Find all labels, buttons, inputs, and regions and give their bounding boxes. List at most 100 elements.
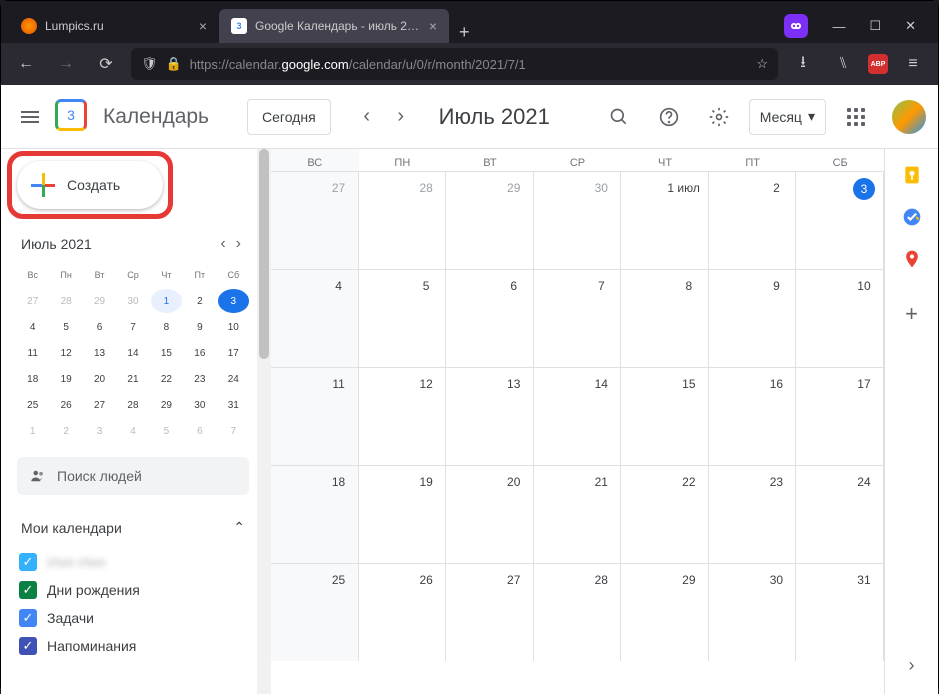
mini-day[interactable]: 27 [84, 393, 115, 417]
downloads-button[interactable]: ⭳ [788, 49, 818, 79]
calendar-day[interactable]: 8 [621, 269, 709, 367]
keep-icon[interactable] [902, 165, 922, 185]
mini-day[interactable]: 22 [151, 367, 182, 391]
calendar-day[interactable]: 2 [709, 171, 797, 269]
calendar-day[interactable]: 27 [271, 171, 359, 269]
mini-day[interactable]: 25 [17, 393, 48, 417]
maps-icon[interactable] [902, 249, 922, 269]
maximize-button[interactable]: ☐ [869, 18, 881, 34]
mini-day[interactable]: 6 [184, 419, 215, 443]
abp-icon[interactable]: ABP [868, 54, 888, 74]
mini-day[interactable]: 1 [151, 289, 182, 313]
calendar-day[interactable]: 25 [271, 563, 359, 661]
mini-day[interactable]: 16 [184, 341, 215, 365]
mini-day[interactable]: 12 [50, 341, 81, 365]
calendar-day[interactable]: 14 [534, 367, 622, 465]
today-button[interactable]: Сегодня [247, 99, 331, 135]
mini-day[interactable]: 19 [50, 367, 81, 391]
calendar-day[interactable]: 13 [446, 367, 534, 465]
tasks-icon[interactable] [902, 207, 922, 227]
mini-day[interactable]: 1 [17, 419, 48, 443]
mini-day[interactable]: 15 [151, 341, 182, 365]
collapse-panel-button[interactable]: › [909, 655, 915, 676]
mini-day[interactable]: 31 [218, 393, 249, 417]
mini-next-button[interactable]: › [232, 233, 245, 255]
calendar-day[interactable]: 15 [621, 367, 709, 465]
mini-day[interactable]: 5 [50, 315, 81, 339]
calendar-item[interactable]: ✓Напоминания [17, 632, 249, 660]
calendar-day[interactable]: 29 [446, 171, 534, 269]
calendar-item[interactable]: ✓Имя Имя [17, 548, 249, 576]
mini-day[interactable]: 4 [117, 419, 148, 443]
browser-tab[interactable]: Lumpics.ru × [9, 9, 219, 43]
calendar-day[interactable]: 28 [359, 171, 447, 269]
mini-prev-button[interactable]: ‹ [216, 233, 229, 255]
mini-day[interactable]: 27 [17, 289, 48, 313]
mini-day[interactable]: 28 [117, 393, 148, 417]
calendar-day[interactable]: 18 [271, 465, 359, 563]
help-icon[interactable] [649, 97, 689, 137]
settings-icon[interactable] [699, 97, 739, 137]
calendar-day[interactable]: 27 [446, 563, 534, 661]
avatar[interactable] [892, 100, 926, 134]
calendar-day[interactable]: 31 [796, 563, 884, 661]
mini-day[interactable]: 7 [117, 315, 148, 339]
library-button[interactable]: ⑊ [828, 49, 858, 79]
calendar-day[interactable]: 12 [359, 367, 447, 465]
mini-day[interactable]: 3 [218, 289, 249, 313]
calendar-day[interactable]: 6 [446, 269, 534, 367]
mini-day[interactable]: 21 [117, 367, 148, 391]
mini-day[interactable]: 6 [84, 315, 115, 339]
mini-day[interactable]: 29 [151, 393, 182, 417]
calendar-day[interactable]: 20 [446, 465, 534, 563]
mini-day[interactable]: 18 [17, 367, 48, 391]
calendar-day[interactable]: 4 [271, 269, 359, 367]
calendar-checkbox[interactable]: ✓ [19, 609, 37, 627]
calendar-day[interactable]: 28 [534, 563, 622, 661]
back-button[interactable]: ← [11, 49, 41, 79]
mini-day[interactable]: 30 [184, 393, 215, 417]
calendar-day[interactable]: 26 [359, 563, 447, 661]
calendar-day[interactable]: 7 [534, 269, 622, 367]
add-addon-button[interactable]: + [905, 301, 918, 327]
view-selector[interactable]: Месяц▾ [749, 99, 826, 135]
calendar-day[interactable]: 9 [709, 269, 797, 367]
calendar-day[interactable]: 24 [796, 465, 884, 563]
calendar-day[interactable]: 3 [796, 171, 884, 269]
calendar-checkbox[interactable]: ✓ [19, 637, 37, 655]
sidebar-scrollbar[interactable] [257, 149, 271, 694]
apps-icon[interactable] [836, 97, 876, 137]
close-button[interactable]: ✕ [905, 18, 916, 34]
calendar-day[interactable]: 30 [534, 171, 622, 269]
people-search-input[interactable]: Поиск людей [17, 457, 249, 495]
browser-menu-button[interactable]: ≡ [898, 49, 928, 79]
mini-day[interactable]: 10 [218, 315, 249, 339]
mini-day[interactable]: 11 [17, 341, 48, 365]
url-bar[interactable]: 🛡 🔒 https://calendar.google.com/calendar… [131, 48, 778, 80]
close-icon[interactable]: × [199, 18, 207, 34]
calendar-item[interactable]: ✓Дни рождения [17, 576, 249, 604]
my-calendars-toggle[interactable]: Мои календари ⌃ [17, 515, 249, 540]
mini-day[interactable]: 13 [84, 341, 115, 365]
bookmark-icon[interactable]: ☆ [756, 56, 768, 72]
calendar-day[interactable]: 10 [796, 269, 884, 367]
mini-day[interactable]: 2 [184, 289, 215, 313]
mini-day[interactable]: 8 [151, 315, 182, 339]
reload-button[interactable]: ⟳ [91, 49, 121, 79]
calendar-checkbox[interactable]: ✓ [19, 581, 37, 599]
mini-day[interactable]: 14 [117, 341, 148, 365]
mini-day[interactable]: 17 [218, 341, 249, 365]
prev-month-button[interactable]: ‹ [353, 103, 381, 131]
search-icon[interactable] [599, 97, 639, 137]
create-button[interactable]: Создать [17, 161, 163, 209]
calendar-day[interactable]: 23 [709, 465, 797, 563]
mini-day[interactable]: 2 [50, 419, 81, 443]
calendar-day[interactable]: 21 [534, 465, 622, 563]
close-icon[interactable]: × [429, 18, 437, 34]
calendar-day[interactable]: 30 [709, 563, 797, 661]
mini-day[interactable]: 3 [84, 419, 115, 443]
next-month-button[interactable]: › [387, 103, 415, 131]
mini-day[interactable]: 9 [184, 315, 215, 339]
mini-day[interactable]: 30 [117, 289, 148, 313]
calendar-day[interactable]: 11 [271, 367, 359, 465]
